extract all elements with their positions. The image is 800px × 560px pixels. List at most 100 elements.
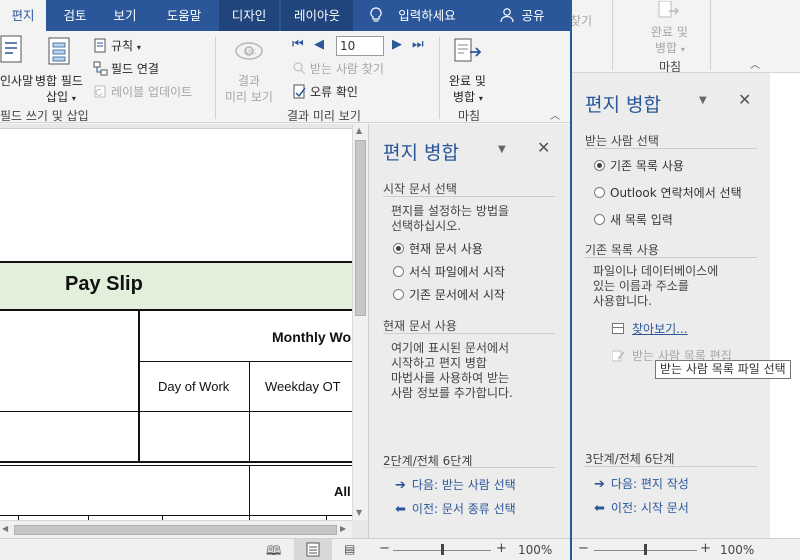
- next-step-link[interactable]: ➔ 다음: 받는 사람 선택: [395, 476, 516, 493]
- pane-title: 편지 병합: [585, 94, 661, 116]
- radio-label: 새 목록 입력: [610, 213, 673, 227]
- previous-step-link[interactable]: ⬅ 이전: 시작 문서: [594, 499, 689, 516]
- find-recipient-button[interactable]: 받는 사람 찾기: [292, 60, 384, 77]
- horizontal-scroll-thumb[interactable]: [14, 525, 337, 535]
- last-record-icon[interactable]: ⏭: [412, 37, 424, 52]
- pane-description: 시작하고 편지 병합: [391, 356, 487, 370]
- previous-record-icon[interactable]: ◀: [314, 37, 324, 52]
- insert-merge-field-label[interactable]: 병합 필드: [35, 72, 83, 89]
- allowance-header: All: [334, 484, 351, 499]
- first-record-icon[interactable]: ⏮: [292, 37, 304, 52]
- tab-design[interactable]: 디자인: [219, 0, 279, 31]
- scroll-right-icon[interactable]: ▶: [340, 524, 346, 533]
- radio-use-current-document[interactable]: 현재 문서 사용: [393, 240, 483, 257]
- preview-results-label[interactable]: 결과: [238, 72, 260, 89]
- horizontal-scrollbar[interactable]: ◀ ▶: [0, 520, 352, 538]
- monthly-header: Monthly Wo: [272, 329, 352, 345]
- insert-merge-field-label2[interactable]: 삽입 ▾: [46, 88, 76, 105]
- pane-description: 파일이나 데이터베이스에: [593, 264, 719, 278]
- vertical-scroll-thumb[interactable]: [355, 140, 366, 316]
- lightbulb-icon[interactable]: [366, 0, 386, 31]
- preview-results-icon[interactable]: ABC: [233, 39, 265, 66]
- previous-step-label: 이전: 문서 종류 선택: [411, 502, 516, 516]
- tab-view[interactable]: 보기: [104, 0, 146, 31]
- scroll-left-icon[interactable]: ◀: [2, 524, 8, 533]
- table-border: [0, 465, 352, 466]
- finish-merge-label[interactable]: 완료 및: [449, 72, 486, 89]
- finish-merge-label[interactable]: 완료 및: [651, 23, 688, 40]
- find-recipient-label: 받는 사람 찾기: [310, 62, 384, 76]
- next-step-label: 다음: 편지 작성: [610, 477, 689, 491]
- preview-results-label2[interactable]: 미리 보기: [225, 88, 273, 105]
- finish-merge-icon[interactable]: [453, 37, 483, 70]
- radio-type-new-list[interactable]: 새 목록 입력: [594, 211, 673, 228]
- radio-use-existing-list[interactable]: 기존 목록 사용: [594, 157, 684, 174]
- zoom-slider-thumb[interactable]: [441, 544, 444, 555]
- zoom-level[interactable]: 100%: [720, 543, 754, 557]
- table-border: [0, 461, 352, 463]
- zoom-level[interactable]: 100%: [518, 543, 552, 557]
- greeting-line-icon[interactable]: [0, 35, 24, 68]
- zoom-in-button[interactable]: +: [496, 541, 507, 556]
- ribbon-tab-bar: 편지 검토 보기 도움말 디자인 레이아웃 입력하세요 공유: [0, 0, 570, 31]
- zoom-in-button[interactable]: +: [700, 541, 711, 556]
- previous-step-link[interactable]: ⬅ 이전: 문서 종류 선택: [395, 500, 516, 517]
- tab-help[interactable]: 도움말: [156, 0, 212, 31]
- section-divider: [585, 466, 757, 467]
- scroll-up-icon[interactable]: ▲: [356, 126, 362, 135]
- share-button[interactable]: 공유: [518, 0, 548, 31]
- tab-review[interactable]: 검토: [54, 0, 96, 31]
- word-window-left: 편지 검토 보기 도움말 디자인 레이아웃 입력하세요 공유 인사말 병합 필드…: [0, 0, 570, 560]
- tell-me-search[interactable]: 입력하세요: [394, 0, 460, 31]
- zoom-out-button[interactable]: −: [379, 541, 390, 556]
- finish-merge-icon[interactable]: [657, 0, 681, 22]
- table-border: [0, 515, 352, 516]
- pane-title: 편지 병합: [383, 142, 459, 164]
- table-border: [0, 411, 352, 412]
- pane-options-chevron-icon[interactable]: ▼: [498, 144, 506, 155]
- zoom-slider-thumb[interactable]: [644, 544, 647, 555]
- browse-link[interactable]: 찾아보기...: [612, 320, 688, 337]
- update-labels-button[interactable]: 레이블 업데이트: [93, 83, 192, 100]
- match-fields-button[interactable]: 필드 연결: [93, 60, 159, 77]
- finish-merge-label2[interactable]: 병합 ▾: [655, 39, 685, 56]
- close-icon[interactable]: ✕: [738, 90, 751, 109]
- rules-button[interactable]: 규칙 ▾: [93, 37, 141, 54]
- insert-merge-field-icon[interactable]: [48, 37, 72, 70]
- web-layout-icon[interactable]: ▤: [344, 542, 355, 556]
- section-select-recipients: 받는 사람 선택: [585, 134, 659, 148]
- find-recipient-icon: [292, 61, 307, 76]
- print-layout-icon[interactable]: [294, 539, 332, 560]
- match-fields-icon: [93, 61, 108, 76]
- next-step-label: 다음: 받는 사람 선택: [411, 478, 516, 492]
- record-number-input[interactable]: 10: [336, 36, 384, 56]
- update-labels-icon: [93, 84, 108, 99]
- collapse-ribbon-icon[interactable]: ︿: [750, 56, 760, 71]
- tab-layout[interactable]: 레이아웃: [281, 0, 353, 31]
- pane-description: 마법사를 사용하여 받는: [391, 371, 510, 385]
- section-divider: [383, 467, 555, 468]
- next-step-link[interactable]: ➔ 다음: 편지 작성: [594, 475, 689, 492]
- finish-merge-label2[interactable]: 병합 ▾: [453, 88, 483, 105]
- pane-options-chevron-icon[interactable]: ▼: [699, 95, 707, 106]
- zoom-out-button[interactable]: −: [578, 541, 589, 556]
- read-mode-icon[interactable]: 🕮: [266, 542, 281, 560]
- pane-description: 편지를 설정하는 방법을: [391, 204, 510, 218]
- chevron-down-icon: ▾: [478, 94, 483, 103]
- scroll-down-icon[interactable]: ▼: [356, 508, 362, 517]
- section-divider: [383, 333, 555, 334]
- radio-start-from-existing[interactable]: 기존 문서에서 시작: [393, 286, 505, 303]
- ribbon: 인사말 병합 필드 삽입 ▾ 규칙 ▾ 필드 연결 레이블 업데이트 필드 쓰기…: [0, 31, 570, 123]
- check-errors-button[interactable]: 오류 확인: [292, 83, 358, 100]
- radio-dot: [594, 187, 605, 198]
- collapse-ribbon-icon[interactable]: ︿: [550, 107, 560, 122]
- document-page[interactable]: Pay Slip Monthly Wo Day of Work Weekday …: [0, 128, 352, 522]
- tab-mailings[interactable]: 편지: [0, 0, 46, 31]
- next-record-icon[interactable]: ▶: [392, 37, 402, 52]
- radio-outlook-contacts[interactable]: Outlook 연락처에서 선택: [594, 184, 742, 201]
- pane-description: 사용합니다.: [593, 294, 653, 308]
- radio-start-from-template[interactable]: 서식 파일에서 시작: [393, 263, 505, 280]
- close-icon[interactable]: ✕: [537, 138, 550, 157]
- vertical-scrollbar[interactable]: ▲ ▼: [352, 124, 368, 520]
- greeting-line-button[interactable]: 인사말: [0, 72, 33, 89]
